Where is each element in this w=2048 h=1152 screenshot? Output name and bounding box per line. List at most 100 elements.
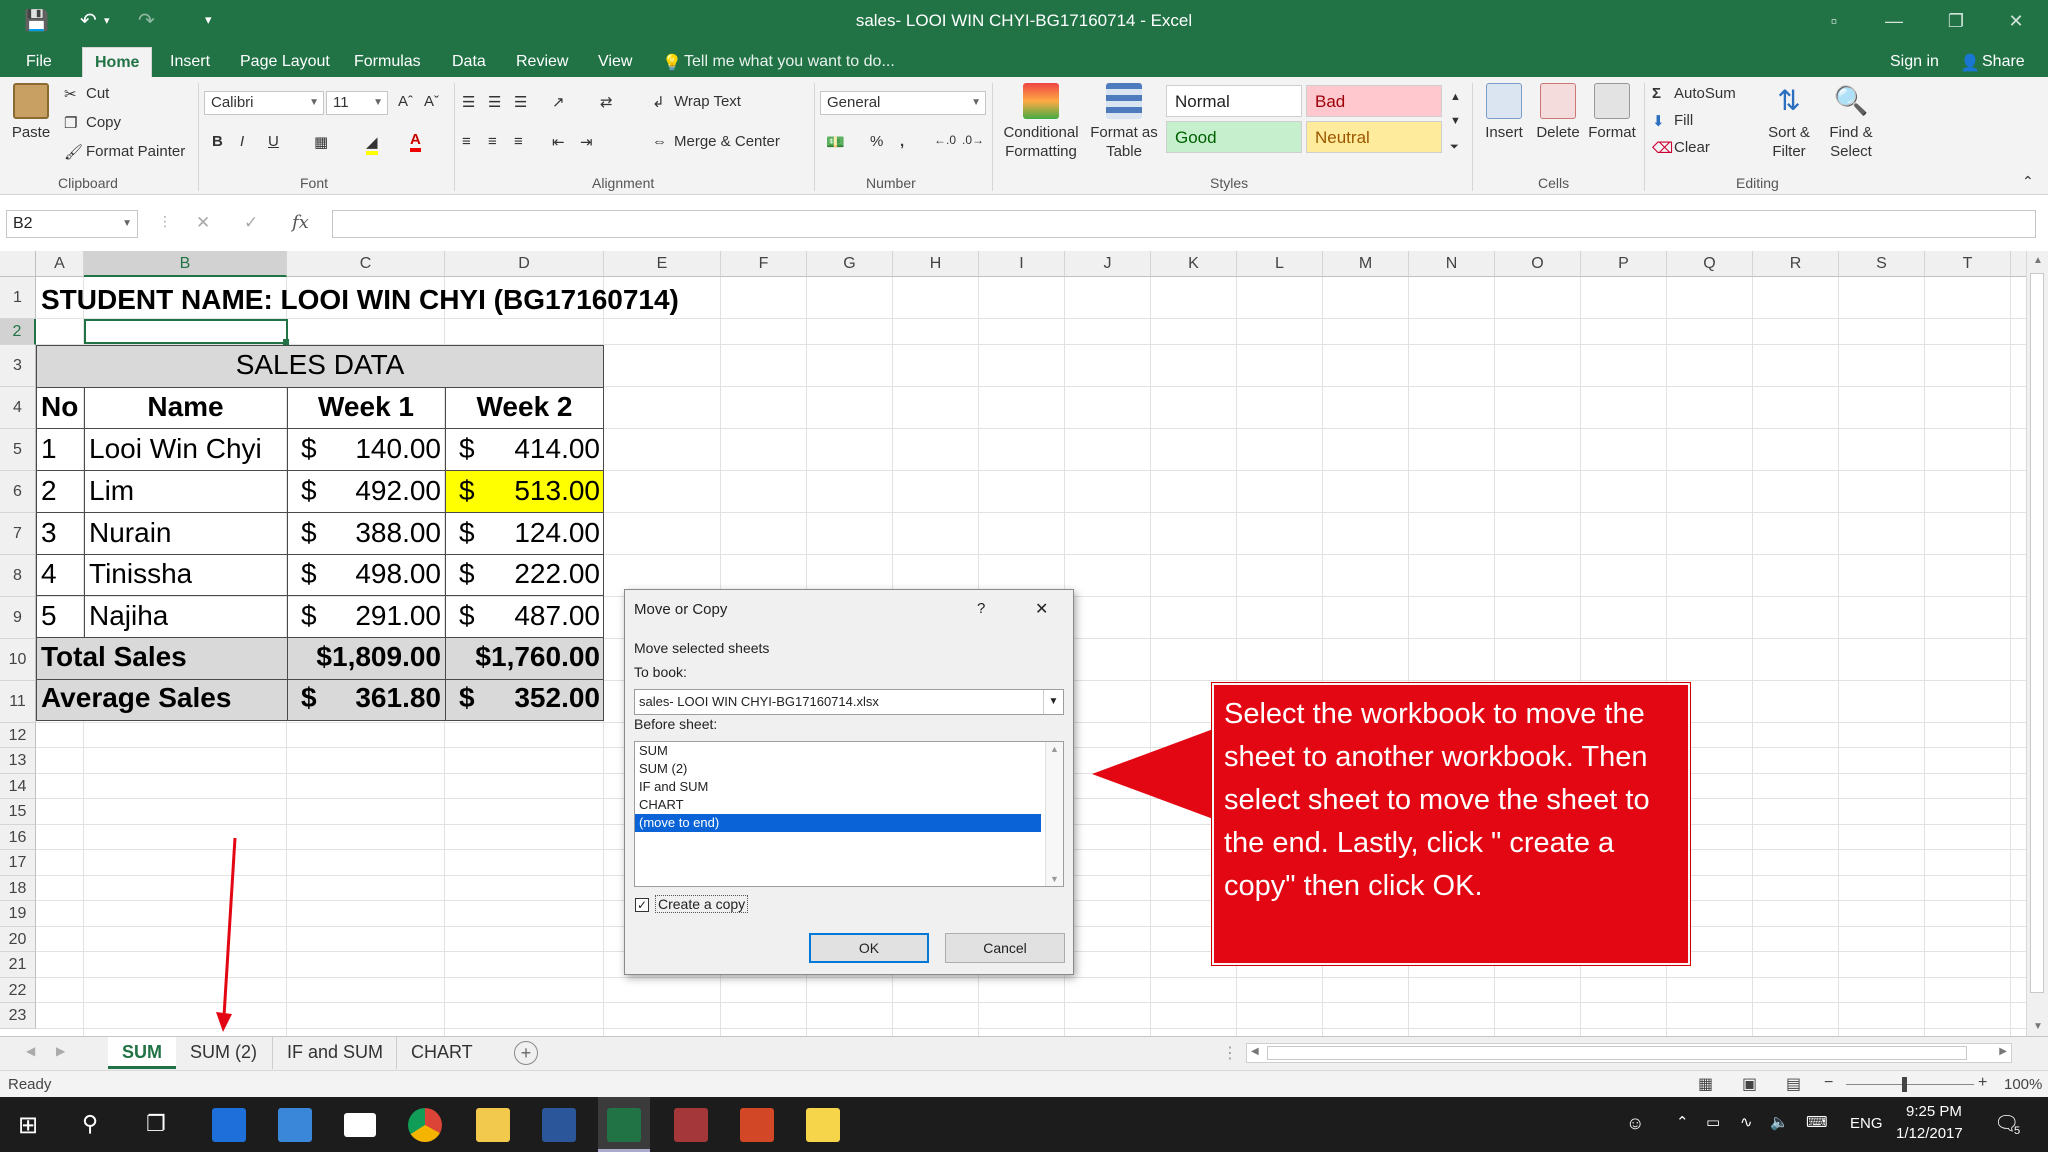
- decrease-font-icon[interactable]: Aˇ: [424, 93, 439, 110]
- row-header[interactable]: 18: [0, 876, 36, 901]
- total-week2[interactable]: $1,760.00: [445, 641, 600, 673]
- increase-decimal-icon[interactable]: ←.0: [934, 133, 956, 147]
- insert-cells-button[interactable]: Insert: [1478, 83, 1530, 142]
- file-explorer-icon[interactable]: [476, 1108, 510, 1142]
- conditional-formatting-button[interactable]: Conditional Formatting: [996, 83, 1086, 161]
- sheet-tab-sum[interactable]: SUM: [108, 1037, 176, 1069]
- row-header[interactable]: 3: [0, 345, 36, 387]
- help-icon[interactable]: ?: [977, 600, 985, 617]
- insert-function-icon[interactable]: fx: [292, 212, 309, 233]
- align-left-icon[interactable]: ≡: [462, 133, 471, 150]
- average-week1[interactable]: 361.80: [287, 682, 441, 714]
- row-header[interactable]: 12: [0, 723, 36, 748]
- align-right-icon[interactable]: ≡: [514, 133, 523, 150]
- zoom-out-icon[interactable]: −: [1824, 1074, 1833, 1092]
- average-sales-label[interactable]: Average Sales: [41, 682, 231, 714]
- column-header[interactable]: O: [1495, 251, 1581, 277]
- wifi-icon[interactable]: ∿: [1740, 1113, 1753, 1131]
- week1-value[interactable]: 140.00: [287, 433, 441, 465]
- row-number[interactable]: 2: [41, 475, 57, 507]
- row-name[interactable]: Najiha: [89, 600, 168, 632]
- scroll-up-icon[interactable]: ▲: [1050, 744, 1059, 754]
- style-normal[interactable]: Normal: [1166, 85, 1302, 117]
- scroll-down-icon[interactable]: ▼: [1050, 874, 1059, 884]
- accounting-format-icon[interactable]: 💵: [826, 133, 845, 151]
- column-header[interactable]: K: [1151, 251, 1237, 277]
- tab-split-handle[interactable]: ⋮: [1222, 1043, 1238, 1063]
- horizontal-scroll-thumb[interactable]: [1267, 1046, 1967, 1060]
- row-header[interactable]: 8: [0, 555, 36, 597]
- align-middle-icon[interactable]: ☰: [488, 93, 501, 111]
- text-direction-icon[interactable]: ⇄: [600, 93, 613, 111]
- sales-data-heading[interactable]: SALES DATA: [36, 349, 604, 381]
- access-icon[interactable]: [674, 1108, 708, 1142]
- column-header[interactable]: R: [1753, 251, 1839, 277]
- format-cells-button[interactable]: Format: [1586, 83, 1638, 142]
- sticky-notes-icon[interactable]: [806, 1108, 840, 1142]
- close-icon[interactable]: ✕: [1994, 6, 2038, 36]
- column-header[interactable]: C: [287, 251, 445, 277]
- volume-icon[interactable]: 🔈: [1770, 1113, 1789, 1131]
- orientation-icon[interactable]: ↗: [552, 93, 565, 111]
- zoom-in-icon[interactable]: +: [1978, 1074, 1987, 1092]
- copy-button[interactable]: Copy: [86, 114, 121, 131]
- tab-view[interactable]: View: [586, 47, 644, 77]
- before-sheet-list[interactable]: SUM SUM (2) IF and SUM CHART (move to en…: [634, 741, 1064, 887]
- row-header[interactable]: 21: [0, 952, 36, 978]
- row-header[interactable]: 7: [0, 513, 36, 555]
- list-item[interactable]: SUM: [635, 742, 1063, 760]
- battery-icon[interactable]: ▭: [1706, 1113, 1720, 1131]
- row-number[interactable]: 1: [41, 433, 57, 465]
- row-header[interactable]: 10: [0, 639, 36, 681]
- tell-me-input[interactable]: Tell me what you want to do...: [684, 53, 895, 71]
- row-header[interactable]: 13: [0, 748, 36, 774]
- list-item[interactable]: IF and SUM: [635, 778, 1063, 796]
- style-neutral[interactable]: Neutral: [1306, 121, 1442, 153]
- fill-button[interactable]: Fill: [1674, 112, 1693, 129]
- create-copy-label[interactable]: Create a copy: [655, 895, 749, 913]
- keyboard-icon[interactable]: ⌨: [1806, 1113, 1828, 1131]
- styles-more-icon[interactable]: ⏷: [1450, 141, 1459, 154]
- week1-value[interactable]: 388.00: [287, 517, 441, 549]
- tab-insert[interactable]: Insert: [158, 47, 222, 77]
- column-header[interactable]: G: [807, 251, 893, 277]
- header-name[interactable]: Name: [84, 391, 287, 423]
- normal-view-icon[interactable]: ▦: [1698, 1074, 1713, 1094]
- format-painter-button[interactable]: Format Painter: [86, 143, 185, 160]
- font-size-combo[interactable]: 11 ▼: [326, 91, 388, 115]
- task-view-icon[interactable]: ❐: [146, 1111, 166, 1137]
- column-header[interactable]: A: [36, 251, 84, 277]
- comma-button[interactable]: ,: [900, 133, 904, 150]
- column-header[interactable]: T: [1925, 251, 2011, 277]
- format-as-table-button[interactable]: Format as Table: [1088, 83, 1160, 161]
- row-header[interactable]: 22: [0, 978, 36, 1003]
- collapse-ribbon-icon[interactable]: ⌃: [2022, 173, 2034, 190]
- windows-start-icon[interactable]: ⊞: [18, 1111, 38, 1140]
- column-header[interactable]: E: [604, 251, 721, 277]
- align-bottom-icon[interactable]: ☰: [514, 93, 527, 111]
- column-header[interactable]: F: [721, 251, 807, 277]
- horizontal-scrollbar[interactable]: ◀ ▶: [1246, 1043, 2012, 1063]
- row-header[interactable]: 2: [0, 319, 36, 345]
- header-week2[interactable]: Week 2: [445, 391, 604, 423]
- find-select-button[interactable]: 🔍 Find & Select: [1820, 83, 1882, 161]
- align-top-icon[interactable]: ☰: [462, 93, 475, 111]
- minimize-icon[interactable]: —: [1872, 6, 1916, 36]
- row-header[interactable]: 1: [0, 277, 36, 319]
- row-name[interactable]: Tinissha: [89, 558, 192, 590]
- zoom-slider[interactable]: [1846, 1084, 1974, 1085]
- column-header[interactable]: L: [1237, 251, 1323, 277]
- align-center-icon[interactable]: ≡: [488, 133, 497, 150]
- people-icon[interactable]: ☺: [1626, 1113, 1644, 1134]
- to-book-select[interactable]: sales- LOOI WIN CHYI-BG17160714.xlsx ▼: [634, 689, 1064, 715]
- percent-button[interactable]: %: [870, 133, 883, 150]
- close-icon[interactable]: ✕: [1035, 599, 1048, 619]
- scroll-down-icon[interactable]: ▼: [2033, 1021, 2043, 1032]
- styles-scroll-down-icon[interactable]: ▼: [1450, 115, 1461, 127]
- italic-button[interactable]: I: [240, 133, 244, 150]
- maximize-icon[interactable]: ❐: [1934, 6, 1978, 36]
- bold-button[interactable]: B: [212, 133, 223, 150]
- share-button[interactable]: Share: [1982, 53, 2025, 71]
- vertical-scrollbar[interactable]: ▲ ▼: [2026, 251, 2048, 1036]
- week2-value[interactable]: 222.00: [445, 558, 600, 590]
